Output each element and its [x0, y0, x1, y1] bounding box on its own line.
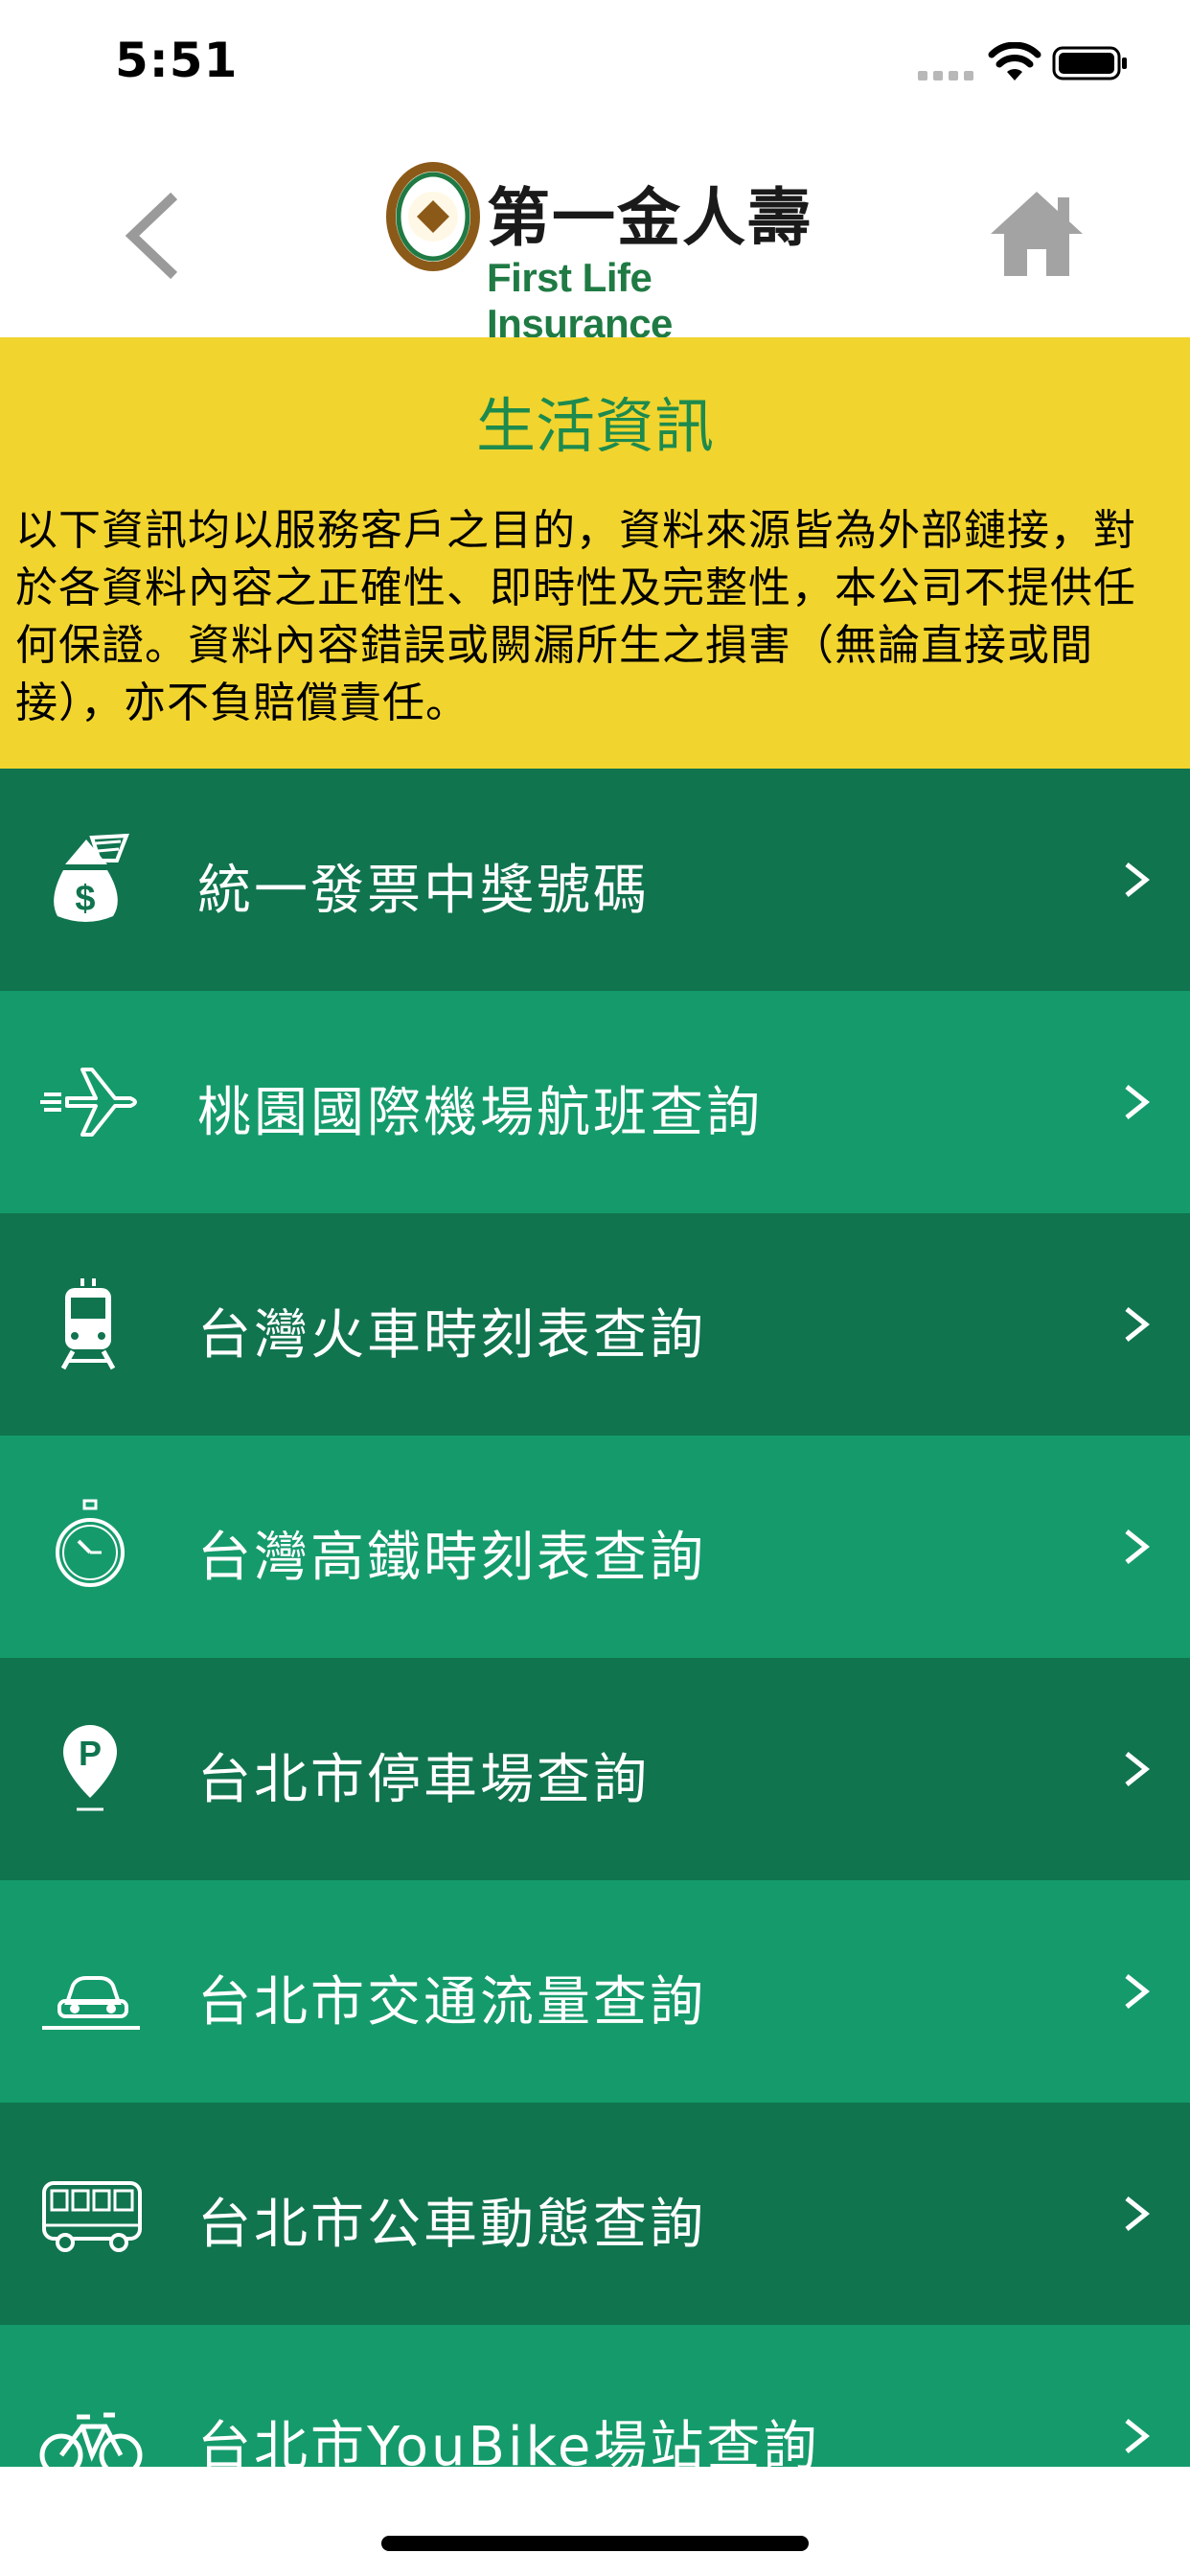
- brand-logo: 第一金人壽 First Life Insurance: [381, 159, 822, 346]
- chevron-right-icon: [1117, 2191, 1156, 2237]
- parking-pin-icon: P: [63, 1725, 117, 1811]
- menu-item-label: 台北市交通流量查詢: [197, 1971, 706, 2034]
- menu-item-taipei-bus[interactable]: 台北市公車動態查詢: [0, 2103, 1190, 2325]
- home-icon: [991, 192, 1083, 276]
- menu-item-label: 台北市停車場查詢: [197, 1749, 650, 1811]
- logo-name-en: First Life Insurance: [487, 255, 673, 346]
- nav-header: 第一金人壽 First Life Insurance: [0, 125, 1190, 346]
- chevron-right-icon: [1117, 2413, 1156, 2459]
- wifi-icon: [988, 42, 1041, 80]
- menu-item-airport-flights[interactable]: 桃園國際機場航班查詢: [0, 991, 1190, 1213]
- car-icon: [42, 1976, 140, 2030]
- menu-item-taipei-traffic[interactable]: 台北市交通流量查詢: [0, 1880, 1190, 2103]
- svg-text:P: P: [79, 1734, 102, 1773]
- money-bag-icon: $: [54, 833, 129, 922]
- info-banner: 生活資訊 以下資訊均以服務客戶之目的，資料來源皆為外部鏈接，對於各資料內容之正確…: [0, 337, 1190, 769]
- home-button[interactable]: [987, 188, 1087, 284]
- service-menu: $ 統一發票中獎號碼 桃園國際機場航班查詢 台灣火車時刻表查詢 台灣高鐵時刻表查…: [0, 769, 1190, 2547]
- chevron-right-icon: [1117, 1968, 1156, 2014]
- chevron-left-icon: [125, 192, 178, 280]
- cellular-signal-icon: [918, 71, 973, 82]
- logo-name-zh: 第一金人壽: [487, 180, 812, 255]
- home-indicator[interactable]: [381, 2536, 809, 2551]
- chevron-right-icon: [1117, 1524, 1156, 1570]
- battery-icon: [1052, 46, 1127, 80]
- train-icon: [60, 1278, 116, 1370]
- chevron-right-icon: [1117, 1746, 1156, 1792]
- menu-item-label: 桃園國際機場航班查詢: [197, 1082, 763, 1144]
- menu-item-hsr-timetable[interactable]: 台灣高鐵時刻表查詢: [0, 1436, 1190, 1658]
- chevron-right-icon: [1117, 857, 1156, 903]
- bottom-safe-area: [0, 2467, 1190, 2576]
- stopwatch-icon: [56, 1499, 125, 1587]
- app-screen: 5:51 第一金人壽 First Life Insurance 生活資訊 以下資…: [0, 0, 1190, 2576]
- chevron-right-icon: [1117, 1301, 1156, 1347]
- logo-emblem-icon: [386, 162, 480, 271]
- menu-item-train-timetable[interactable]: 台灣火車時刻表查詢: [0, 1213, 1190, 1436]
- menu-item-invoice-lottery[interactable]: $ 統一發票中獎號碼: [0, 769, 1190, 991]
- svg-text:$: $: [75, 879, 95, 919]
- bus-icon: [42, 2181, 142, 2252]
- menu-item-label: 統一發票中獎號碼: [197, 860, 650, 922]
- page-title: 生活資訊: [475, 391, 714, 461]
- menu-item-label: 台灣火車時刻表查詢: [197, 1304, 706, 1367]
- status-time: 5:51: [115, 33, 239, 88]
- menu-item-label: 台灣高鐵時刻表查詢: [197, 1527, 706, 1589]
- status-bar: 5:51: [0, 0, 1190, 125]
- chevron-right-icon: [1117, 1079, 1156, 1125]
- disclaimer-text: 以下資訊均以服務客戶之目的，資料來源皆為外部鏈接，對於各資料內容之正確性、即時性…: [15, 506, 1136, 727]
- airplane-icon: [40, 1068, 137, 1137]
- menu-item-label: 台北市公車動態查詢: [197, 2194, 706, 2256]
- menu-item-taipei-parking[interactable]: P 台北市停車場查詢: [0, 1658, 1190, 1880]
- back-button[interactable]: [115, 188, 192, 284]
